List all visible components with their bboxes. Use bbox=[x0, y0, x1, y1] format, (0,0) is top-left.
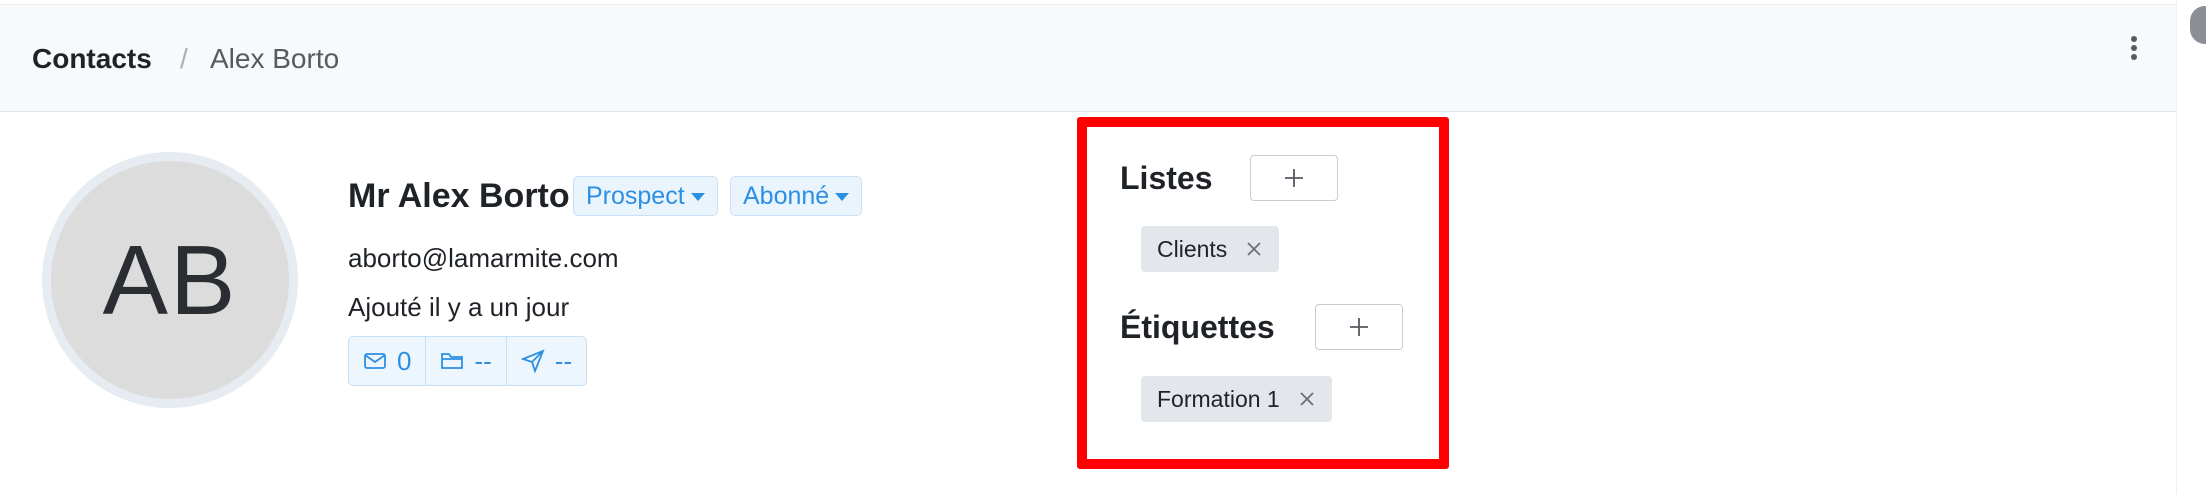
contact-name: Mr Alex Borto bbox=[348, 177, 570, 215]
files-count: -- bbox=[474, 345, 492, 376]
subscription-badge-dropdown[interactable]: Abonné bbox=[730, 176, 863, 216]
campaigns-stat[interactable]: -- bbox=[507, 337, 586, 385]
tags-title: Étiquettes bbox=[1120, 309, 1275, 345]
lists-title: Listes bbox=[1120, 160, 1213, 196]
plus-icon bbox=[1350, 318, 1368, 336]
contact-stats: 0 -- -- bbox=[348, 336, 588, 386]
page-header: Contacts / Alex Borto bbox=[0, 4, 2176, 112]
list-tag: Clients bbox=[1141, 226, 1280, 272]
scrollbar-thumb[interactable] bbox=[2190, 6, 2206, 44]
subscription-badge-label: Abonné bbox=[743, 181, 830, 210]
breadcrumb-contacts[interactable]: Contacts bbox=[32, 43, 152, 75]
messages-count: 0 bbox=[397, 345, 412, 376]
contact-added-date: Ajouté il y a un jour bbox=[348, 292, 570, 322]
avatar-initials: AB bbox=[102, 224, 238, 335]
plus-icon bbox=[1285, 169, 1303, 187]
close-icon[interactable] bbox=[1298, 390, 1316, 408]
send-icon bbox=[520, 349, 545, 373]
add-tag-button[interactable] bbox=[1315, 304, 1403, 350]
label-tag-label: Formation 1 bbox=[1157, 385, 1280, 412]
list-tag-label: Clients bbox=[1157, 235, 1228, 262]
folder-icon bbox=[441, 353, 464, 369]
mail-icon bbox=[364, 353, 386, 369]
close-icon[interactable] bbox=[1245, 240, 1263, 258]
caret-down-icon bbox=[835, 193, 850, 201]
breadcrumb-current: Alex Borto bbox=[210, 43, 340, 74]
breadcrumb-separator: / bbox=[180, 43, 188, 74]
campaigns-count: -- bbox=[554, 345, 573, 376]
status-badge-label: Prospect bbox=[586, 181, 685, 210]
scrollbar-track[interactable] bbox=[2176, 0, 2206, 494]
add-list-button[interactable] bbox=[1250, 155, 1338, 201]
contact-email: aborto@lamarmite.com bbox=[348, 243, 619, 273]
label-tag: Formation 1 bbox=[1141, 376, 1332, 422]
status-badge-dropdown[interactable]: Prospect bbox=[573, 176, 718, 216]
kebab-menu-icon[interactable] bbox=[2120, 33, 2148, 67]
files-stat[interactable]: -- bbox=[426, 337, 507, 385]
caret-down-icon bbox=[690, 193, 705, 201]
avatar: AB bbox=[42, 152, 298, 408]
messages-stat[interactable]: 0 bbox=[349, 337, 427, 385]
